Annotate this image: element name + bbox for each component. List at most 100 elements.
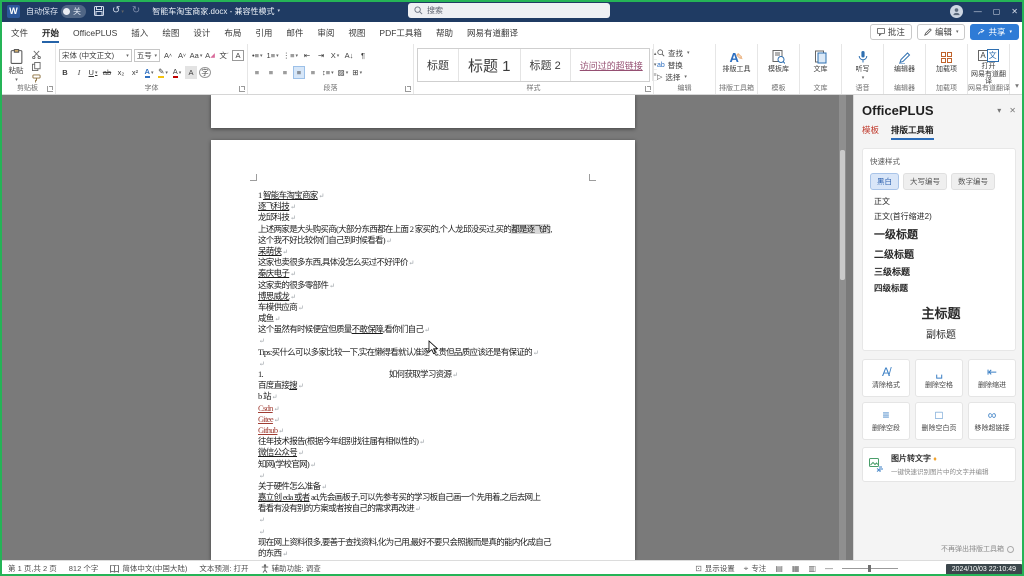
panel-collapse-icon[interactable]: ▾	[997, 106, 1001, 115]
shading-button[interactable]: ▨▾	[337, 66, 350, 79]
maximize-button[interactable]: ▢	[993, 7, 1001, 16]
clipboard-dialog-launcher[interactable]	[47, 86, 53, 92]
delete-space-button[interactable]: ␣删除空格	[915, 359, 963, 397]
remove-hyperlink-button[interactable]: ∞移除超链接	[968, 402, 1016, 440]
align-right-button[interactable]: ≡	[279, 66, 291, 79]
strikethrough-button[interactable]: ab	[101, 66, 113, 79]
select-button[interactable]: ▷ 选择 ▾	[657, 71, 712, 83]
style-scheme-pill-大写编号[interactable]: 大写编号	[903, 173, 947, 190]
font-name-combo[interactable]: 宋体 (中文正文)▾	[59, 49, 132, 62]
close-button[interactable]: ✕	[1011, 7, 1018, 16]
模板-button[interactable]: 模板库	[761, 47, 796, 83]
character-shading-button[interactable]: A	[185, 66, 197, 79]
文库-button[interactable]: 文库	[803, 47, 838, 83]
cut-button[interactable]	[32, 50, 41, 59]
document-line[interactable]: 微信公众号↵	[258, 447, 589, 458]
menu-tab-OfficePLUS[interactable]: OfficePLUS	[66, 22, 124, 44]
vertical-scrollbar[interactable]	[839, 95, 846, 560]
comments-button[interactable]: 批注	[870, 24, 912, 40]
document-line[interactable]: ↵	[258, 335, 589, 346]
document-line[interactable]: 上述两家是大头购买商(大部分东西都在上面 2 家买的,个人龙邱没买过,买的都是逐…	[258, 224, 589, 235]
delete-blank-page-button[interactable]: □删除空白页	[915, 402, 963, 440]
clear-format-button[interactable]: A̸清除格式	[862, 359, 910, 397]
menu-tab-开始[interactable]: 开始	[35, 22, 66, 44]
page-2[interactable]: 1 智能车淘宝商家↵逐飞科技↵龙邱科技↵上述两家是大头购买商(大部分东西都在上面…	[211, 140, 635, 560]
superscript-button[interactable]: x²	[129, 66, 141, 79]
bold-button[interactable]: B	[59, 66, 71, 79]
document-line[interactable]: 龙邱科技↵	[258, 212, 589, 223]
page-1-bottom[interactable]	[211, 95, 635, 128]
align-center-button[interactable]: ≡	[265, 66, 277, 79]
document-line[interactable]: 这家也卖很多东西,具体没怎么买过不好评价↵	[258, 257, 589, 268]
document-line[interactable]: 博思威龙↵	[258, 291, 589, 302]
document-line[interactable]: Gitee↵	[258, 414, 589, 425]
style-gallery-item[interactable]: 标题 2	[521, 49, 571, 81]
zoom-slider[interactable]	[842, 568, 898, 569]
word-app-icon[interactable]: W	[7, 5, 20, 18]
change-case-button[interactable]: Aa▾	[190, 49, 202, 62]
redo-icon[interactable]: ↻	[132, 6, 140, 16]
document-line[interactable]: 往年技术报告(根据今年组别找往届有相似性的)↵	[258, 436, 589, 447]
panel-tab-模板[interactable]: 模板	[862, 124, 879, 140]
search-box[interactable]: 搜索	[408, 3, 610, 18]
menu-tab-绘图[interactable]: 绘图	[155, 22, 186, 44]
document-canvas[interactable]: 1 智能车淘宝商家↵逐飞科技↵龙邱科技↵上述两家是大头购买商(大部分东西都在上面…	[0, 95, 846, 560]
menu-tab-视图[interactable]: 视图	[341, 22, 372, 44]
highlight-button[interactable]: ✎▾	[157, 66, 169, 79]
style-gallery-item[interactable]: 标题 1	[459, 49, 521, 81]
document-line[interactable]: 百度直接搜↵	[258, 380, 589, 391]
asian-layout-button[interactable]: X▾	[329, 49, 341, 62]
style-sample[interactable]: 副标题	[874, 326, 1008, 341]
character-border-button[interactable]: A	[232, 50, 244, 61]
panel-footer-toggle[interactable]: 不再弹出排版工具箱	[941, 544, 1014, 554]
delete-indent-button[interactable]: ⇤删除缩进	[968, 359, 1016, 397]
shrink-font-button[interactable]: A˅	[176, 49, 188, 62]
document-line[interactable]: 这家卖的很多零部件↵	[258, 280, 589, 291]
document-line[interactable]: 逐飞科技↵	[258, 201, 589, 212]
ocr-card[interactable]: 图片转文字 ♦ 一键快速识别图片中的文字并编辑	[862, 447, 1016, 482]
menu-tab-网易有道翻译[interactable]: 网易有道翻译	[460, 22, 525, 44]
排版工具箱-button[interactable]: A✎排版工具	[719, 47, 754, 83]
page-indicator[interactable]: 第 1 页,共 2 页	[8, 563, 57, 574]
style-gallery-item[interactable]: 标题	[418, 49, 459, 81]
document-line[interactable]: 的东西↵	[258, 548, 589, 559]
语音-button[interactable]: 听写▾	[845, 47, 880, 83]
ribbon-collapse-icon[interactable]: ▾	[1010, 44, 1024, 94]
borders-button[interactable]: ⊞▾	[351, 66, 363, 79]
style-sample[interactable]: 四级标题	[874, 282, 1008, 294]
increase-indent-button[interactable]: ⇥	[315, 49, 327, 62]
copy-button[interactable]	[32, 62, 41, 71]
style-sample[interactable]: 主标题	[874, 303, 1008, 322]
grow-font-button[interactable]: A˄	[162, 49, 174, 62]
title-menu-caret-icon[interactable]: ▾	[278, 8, 281, 14]
multilevel-list-button[interactable]: ⋮≡▾	[282, 49, 299, 62]
text-prediction-indicator[interactable]: 文本预测: 打开	[199, 563, 248, 574]
document-line[interactable]: ↵	[258, 470, 589, 481]
print-layout-icon[interactable]: ▦	[792, 564, 800, 573]
document-line[interactable]: 看看有没有别的方案或者按自己的需求再改进↵	[258, 503, 589, 514]
document-line[interactable]: 嘉立创 eda 或者 ad,先会画板子,可以先参考买的学习板自己画一个先用着,之…	[258, 492, 589, 503]
document-line[interactable]: 1 智能车淘宝商家↵	[258, 190, 589, 201]
numbering-button[interactable]: 1≡▾	[266, 49, 280, 62]
document-line[interactable]: Tips:买什么可以多家比较一下,实在懒得看就认准逐飞,贵但品质应该还是有保证的…	[258, 347, 589, 358]
minimize-button[interactable]: —	[974, 7, 982, 16]
style-sample[interactable]: 三级标题	[874, 265, 1008, 278]
sort-button[interactable]: A↓	[343, 49, 355, 62]
web-layout-icon[interactable]: ▥	[808, 564, 816, 573]
replace-button[interactable]: ab 替换	[657, 59, 712, 71]
scrollbar-thumb[interactable]	[840, 150, 845, 280]
word-count[interactable]: 812 个字	[69, 563, 99, 574]
style-sample[interactable]: 正文(首行缩进2)	[874, 211, 1008, 222]
menu-tab-邮件[interactable]: 邮件	[279, 22, 310, 44]
line-spacing-button[interactable]: ↕≡▾	[321, 66, 335, 79]
编辑器-button[interactable]: 编辑器	[887, 47, 922, 83]
style-sample[interactable]: 正文	[874, 196, 1008, 207]
style-scheme-pill-数字编号[interactable]: 数字编号	[951, 173, 995, 190]
document-line[interactable]: 知网(学校官网)↵	[258, 459, 589, 470]
autosave-toggle[interactable]: 关	[61, 5, 86, 18]
clear-formatting-button[interactable]: A◢	[204, 49, 216, 62]
style-gallery-item[interactable]: 访问过的超链接	[571, 49, 653, 81]
justify-button[interactable]: ≡	[293, 66, 305, 79]
menu-tab-设计[interactable]: 设计	[186, 22, 217, 44]
document-line[interactable]: Github↵	[258, 425, 589, 436]
